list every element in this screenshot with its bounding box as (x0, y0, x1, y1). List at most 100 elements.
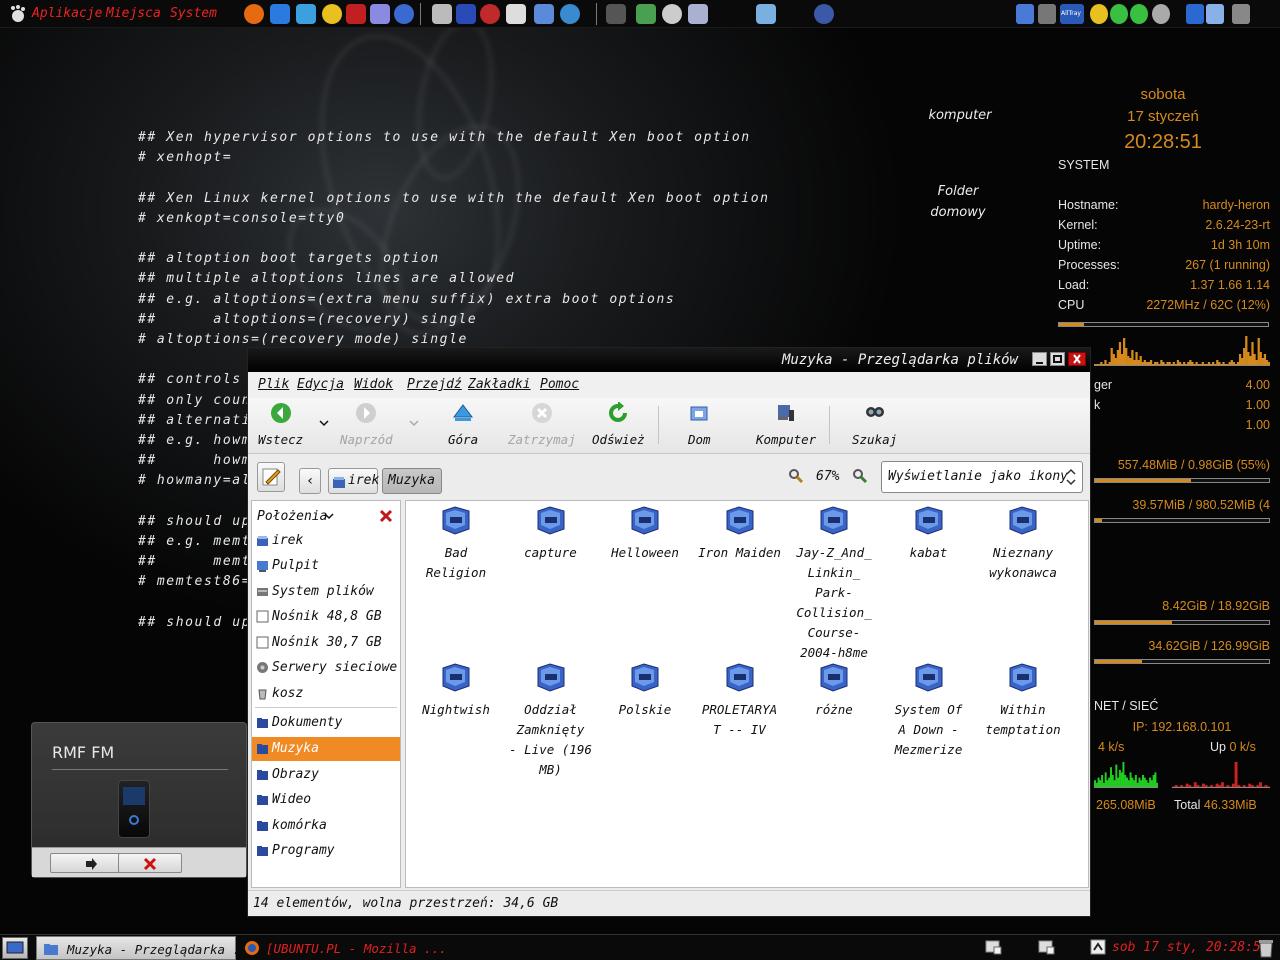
show-desktop-button[interactable] (2, 937, 28, 959)
calculator-icon[interactable] (662, 4, 682, 24)
menu-3[interactable]: Widok (354, 377, 393, 392)
display-icon[interactable] (1206, 4, 1224, 24)
sidebar-item-1[interactable]: irek (252, 529, 400, 553)
sidebar-item-4[interactable]: Nośnik 48,8 GB (252, 605, 400, 629)
network-tray-icon[interactable] (1016, 4, 1034, 24)
path-button-home[interactable]: irek (328, 468, 379, 494)
weather-icon[interactable] (322, 4, 342, 24)
cd-icon[interactable] (346, 4, 366, 24)
folder-item[interactable]: Within temptation (977, 658, 1069, 740)
sidebar-item-11[interactable]: Wideo (252, 788, 400, 812)
workspace-icon[interactable] (1037, 939, 1055, 955)
view-mode-select[interactable]: Wyświetlanie jako ikony (881, 461, 1083, 493)
chart-icon[interactable] (636, 4, 656, 24)
menu-5[interactable]: Zakładki (468, 377, 531, 392)
folder-item[interactable]: Jay-Z_And_ Linkin_ Park- Collision_ Course- 2… (788, 501, 880, 663)
toolbar-button-5[interactable]: Odśwież (592, 401, 645, 447)
folder-item[interactable]: Nieznany wykonawca (977, 501, 1069, 583)
folder-item[interactable]: kabat (883, 501, 975, 563)
zoom-in-icon[interactable] (852, 468, 868, 484)
toolbar-button-6[interactable]: Dom (688, 402, 711, 447)
weather-tray-icon[interactable] (1090, 4, 1108, 24)
sidebar-item-6[interactable]: Serwery sieciowe (252, 656, 400, 680)
headphones-icon[interactable] (1038, 4, 1056, 24)
folder-item[interactable]: Oddział Zamknięty - Live (196 MB) (505, 658, 597, 780)
volume-icon[interactable] (1232, 4, 1250, 24)
close-button[interactable] (1068, 352, 1086, 366)
music-tray-icon[interactable] (1152, 4, 1170, 24)
gnome-foot-icon[interactable] (8, 4, 28, 24)
folder-item[interactable]: capture (505, 501, 597, 563)
package-icon[interactable] (480, 4, 500, 24)
folder-item[interactable]: Nightwish (410, 658, 502, 720)
firefox-icon[interactable] (244, 4, 264, 24)
task-firefox[interactable]: [UBUNTU.PL - Mozilla ... (240, 936, 447, 960)
folder-item[interactable]: Bad Religion (410, 501, 502, 583)
trash-icon[interactable] (1256, 937, 1276, 959)
toolbar-button-7[interactable]: Komputer (756, 402, 816, 447)
terminal-icon[interactable] (606, 4, 626, 24)
refresh-tray-icon[interactable] (1110, 4, 1128, 24)
desktop-icon-computer[interactable]: komputer (918, 108, 1002, 123)
desktop-icon-home[interactable]: Folder domowy (918, 181, 998, 223)
alltray-icon[interactable]: AllTray (1060, 4, 1084, 24)
window-titlebar[interactable]: Muzyka - Przeglądarka plików (248, 348, 1090, 372)
monitor-icon[interactable] (688, 4, 708, 24)
top-menu-3[interactable]: System (170, 6, 217, 21)
toolbar-button-8[interactable]: Szukaj (852, 402, 897, 447)
path-back-arrow[interactable]: ‹ (299, 468, 321, 494)
sidebar-item-5[interactable]: Nośnik 30,7 GB (252, 631, 400, 655)
shield-icon[interactable] (370, 4, 390, 24)
puzzle-icon[interactable] (506, 4, 526, 24)
sidebar-item-12[interactable]: komórka (252, 814, 400, 838)
sidebar-item-7[interactable]: kosz (252, 682, 400, 706)
sidebar-item-2[interactable]: Pulpit (252, 554, 400, 578)
radio-stop-button[interactable] (118, 853, 182, 873)
bluetooth-icon[interactable] (1186, 4, 1204, 24)
folder-item[interactable]: System Of A Down - Mezmerize (883, 658, 975, 760)
folder-item[interactable]: Iron Maiden (694, 501, 786, 563)
workspace-icon[interactable] (984, 939, 1002, 955)
sidebar-item-10[interactable]: Obrazy (252, 763, 400, 787)
browser-icon[interactable] (270, 4, 290, 24)
path-button-current[interactable]: Muzyka (382, 468, 442, 494)
toolbar-button-3[interactable]: Góra (448, 402, 478, 447)
globe-icon[interactable] (456, 4, 476, 24)
image-icon[interactable] (534, 4, 554, 24)
folder-item[interactable]: Polskie (599, 658, 691, 720)
top-menu-1[interactable]: Aplikacje (32, 6, 102, 21)
cube-icon[interactable] (756, 4, 776, 24)
menu-1[interactable]: Plik (258, 377, 289, 392)
menu-2[interactable]: Edycja (297, 377, 344, 392)
toolbar-button-1[interactable]: Wstecz (258, 402, 303, 447)
update-icon[interactable] (560, 4, 580, 24)
folder-item[interactable]: Helloween (599, 501, 691, 563)
sidebar-header[interactable]: Położenia (252, 501, 400, 529)
toolbar-button-2[interactable]: Naprzód (340, 402, 393, 447)
network-icon[interactable] (296, 4, 316, 24)
history-dropdown-arrow[interactable] (408, 418, 420, 428)
menu-4[interactable]: Przejdź (407, 377, 462, 392)
maximize-button[interactable] (1050, 352, 1065, 366)
menu-6[interactable]: Pomoc (540, 377, 579, 392)
tool-icon[interactable] (432, 4, 452, 24)
top-menu-2[interactable]: Miejsca (106, 6, 161, 21)
edit-location-button[interactable] (257, 462, 285, 492)
chat-icon[interactable] (1130, 4, 1148, 24)
task-file-browser[interactable]: Muzyka - Przeglądarka ... (36, 936, 255, 960)
download-icon[interactable] (394, 4, 414, 24)
history-dropdown-arrow[interactable] (318, 418, 330, 428)
sidebar-item-13[interactable]: Programy (252, 839, 400, 863)
app-icon[interactable] (814, 4, 834, 24)
folder-item[interactable]: różne (788, 658, 880, 720)
toolbar-button-4[interactable]: Zatrzymaj (508, 402, 576, 447)
sidebar-item-3[interactable]: System plików (252, 580, 400, 604)
zoom-out-icon[interactable] (788, 468, 804, 484)
sidebar-item-8[interactable]: Dokumenty (252, 711, 400, 735)
close-sidebar-icon[interactable] (379, 509, 393, 523)
minimize-button[interactable] (1032, 352, 1047, 366)
panel-clock[interactable]: sob 17 sty, 20:28:51 (1112, 940, 1269, 955)
folder-item[interactable]: PROLETARYA T -- IV (694, 658, 786, 740)
zoom-level[interactable]: 67% (816, 469, 839, 484)
sidebar-item-9[interactable]: Muzyka (252, 737, 400, 761)
